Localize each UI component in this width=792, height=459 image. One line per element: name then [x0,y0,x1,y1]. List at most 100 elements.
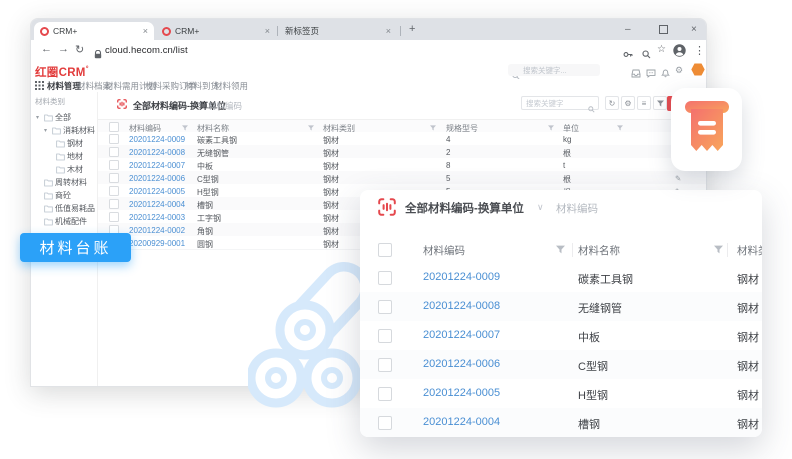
maximize-button[interactable] [659,19,668,39]
browser-tab-2[interactable]: CRM+ × [156,22,276,40]
tree-item-wood[interactable]: 木材 [34,163,97,176]
row-checkbox[interactable] [109,134,119,144]
settings-button[interactable]: ⚙ [621,96,635,110]
tree-item-machine-parts[interactable]: 机械配件 [34,215,97,228]
tab-close-icon[interactable]: × [143,27,148,36]
folder-icon [52,127,61,135]
material-category: 钢材 [323,135,339,146]
table-row[interactable]: 20201224-0009 碳素工具钢 钢材 [360,263,762,293]
gear-icon[interactable]: ⚙ [675,65,683,76]
material-code-link[interactable]: 20201224-0006 [129,174,185,183]
edit-icon[interactable]: ✎ [675,174,681,183]
filter-funnel-icon[interactable] [556,245,565,257]
material-code-link[interactable]: 20201224-0004 [423,416,500,428]
material-code-link[interactable]: 20200929-0001 [129,239,185,248]
table-row[interactable]: 20201224-0005 H型钢 钢材 [360,379,762,409]
new-tab-button[interactable]: + [409,23,415,35]
sidebar-title: 材料类别 [35,96,97,107]
col-material-category[interactable]: 材料类别 [737,243,762,258]
material-code-link[interactable]: 20201224-0002 [129,226,185,235]
table-row[interactable]: 20201224-0008 无缝钢管 钢材 [360,292,762,322]
row-checkbox[interactable] [109,173,119,183]
material-code-link[interactable]: 20201224-0008 [423,300,500,312]
select-all-checkbox[interactable] [378,243,392,257]
material-code-link[interactable]: 20201224-0007 [423,329,500,341]
row-checkbox[interactable] [378,387,392,401]
tree-item-turnover-material[interactable]: 周转材料 [34,176,97,189]
view-title[interactable]: 全部材料编码-换算单位 [405,200,524,216]
table-row[interactable]: 20201224-0008 无缝钢管 钢材 2 根 ✎ [98,145,706,159]
ledger-icon-card [671,88,742,171]
columns-button[interactable]: ≡ [637,96,651,110]
tab-close-icon[interactable]: × [386,27,391,36]
row-checkbox[interactable] [378,271,392,285]
row-checkbox[interactable] [378,300,392,314]
material-code-link[interactable]: 20201224-0004 [129,200,185,209]
view-field-label[interactable]: 材料编码 [208,100,242,112]
folder-icon [56,166,65,174]
filter-funnel-icon[interactable] [714,245,723,257]
col-material-code[interactable]: 材料编码 [423,243,465,258]
nav-item-requisition[interactable]: 材料领用 [214,80,248,92]
tab-close-icon[interactable]: × [265,27,270,36]
forward-icon[interactable]: → [58,43,69,55]
row-checkbox[interactable] [109,212,119,222]
row-checkbox[interactable] [378,329,392,343]
filter-button[interactable] [653,96,667,110]
tree-item-low-value-consumables[interactable]: 低值易耗品 [34,202,97,215]
material-unit: 根 [563,148,571,159]
bookmark-star-icon[interactable]: ☆ [657,44,666,55]
table-row[interactable]: 20201224-0006 C型钢 钢材 5 根 ✎ [98,171,706,185]
tree-item-ground-material[interactable]: 地材 [34,150,97,163]
chevron-down-icon[interactable]: ∨ [537,202,544,213]
material-code-link[interactable]: 20201224-0005 [129,187,185,196]
row-checkbox[interactable] [109,160,119,170]
table-row[interactable]: 20201224-0007 中板 钢材 [360,321,762,351]
select-all-checkbox[interactable] [109,122,119,132]
url-text[interactable]: cloud.hecom.cn/list [105,45,188,56]
tree-item-steel[interactable]: 钢材 [34,137,97,150]
folder-icon [56,140,65,148]
row-checkbox[interactable] [109,199,119,209]
material-code-link[interactable]: 20201224-0008 [129,148,185,157]
view-field-label[interactable]: 材料编码 [556,201,598,216]
row-checkbox[interactable] [109,147,119,157]
table-row[interactable]: 20201224-0009 碳素工具钢 钢材 4 kg ✎ [98,132,706,146]
minimize-button[interactable]: – [625,19,631,39]
tree-item-concrete[interactable]: 商砼 [34,189,97,202]
apps-grid-icon[interactable] [35,81,44,92]
row-checkbox[interactable] [109,186,119,196]
table-header: 材料编码 材料名称 材料类别 [360,237,762,263]
tree-item-all[interactable]: ▾ 全部 [34,111,97,124]
chevron-down-icon[interactable]: ∨ [197,100,202,108]
browser-tab-3[interactable]: 新标签页 × [279,22,397,40]
table-row[interactable]: 20201224-0007 中板 钢材 8 t ✎ [98,158,706,172]
profile-avatar-icon[interactable] [673,44,686,62]
back-icon[interactable]: ← [41,43,52,55]
material-code-link[interactable]: 20201224-0009 [129,135,185,144]
col-material-name[interactable]: 材料名称 [578,243,620,258]
material-code-link[interactable]: 20201224-0007 [129,161,185,170]
browser-tab-1[interactable]: CRM+ × [34,22,154,40]
row-checkbox[interactable] [378,416,392,430]
material-code-link[interactable]: 20201224-0005 [423,387,500,399]
material-code-link[interactable]: 20201224-0006 [423,358,500,370]
close-window-button[interactable]: × [691,19,697,39]
crm-favicon [40,27,49,36]
material-code-link[interactable]: 20201224-0003 [129,213,185,222]
material-code-link[interactable]: 20201224-0009 [423,271,500,283]
material-name: C型钢 [197,174,219,185]
browser-menu-icon[interactable]: ⋮ [694,44,705,57]
tree-item-consumables[interactable]: ▾ 消耗材料 [34,124,97,137]
row-checkbox[interactable] [378,358,392,372]
table-row[interactable]: 20201224-0006 C型钢 钢材 [360,350,762,380]
nav-menu-label[interactable]: 材料管理 [47,80,81,92]
caret-down-icon[interactable]: ▾ [36,114,42,121]
caret-down-icon[interactable]: ▾ [44,127,50,134]
reload-icon[interactable]: ↻ [75,43,84,56]
table-row[interactable]: 20201224-0004 槽钢 钢材 [360,408,762,437]
refresh-button[interactable]: ↻ [605,96,619,110]
global-search-input[interactable] [508,64,600,76]
material-category: 钢材 [737,387,759,403]
badge-label: 材料台账 [39,237,111,258]
